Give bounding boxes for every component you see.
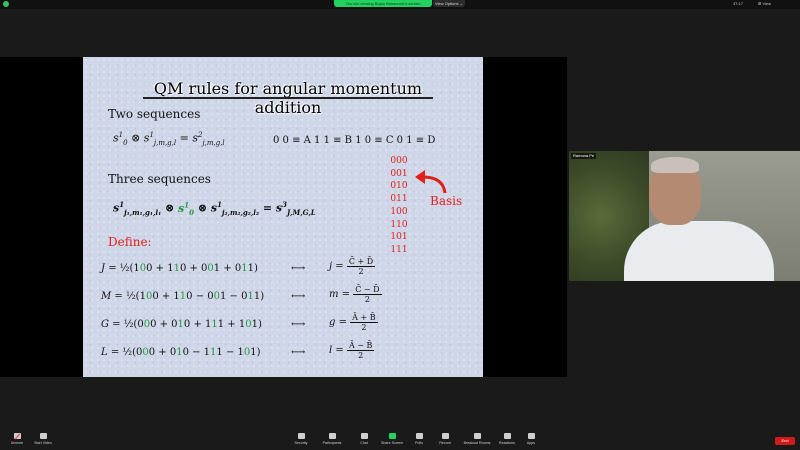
polls-icon [415, 433, 423, 439]
video-camera-icon [39, 433, 47, 439]
basis-label: Basis [430, 194, 463, 208]
state-mapping: 0 0 ≡ A 1 1 ≡ B 1 0 ≡ C 0 1 ≡ D [273, 135, 436, 146]
three-sequence-equation: s1j₁,m₁,g₁,l₁ ⊗ s10 ⊗ s1j₂,m₂,g₂,l₂ = s3… [113, 200, 316, 217]
record-icon [441, 433, 449, 439]
record-button[interactable]: Record [428, 433, 462, 449]
apps-icon [527, 433, 535, 439]
definition-row-g: G = ½(000 + 010 + 111 + 101) ⟷ g = Ā + B… [101, 313, 378, 332]
breakout-rooms-button[interactable]: Breakout Rooms [460, 433, 494, 449]
participant-figure [624, 221, 774, 281]
microphone-muted-icon [13, 433, 21, 440]
basis-state: 100 [390, 206, 408, 217]
participant-figure [651, 157, 699, 173]
title-underline [143, 97, 433, 99]
start-video-button[interactable]: Start Video [26, 433, 60, 449]
basis-state: 010 [390, 181, 408, 192]
presentation-slide: QM rules for angular momentum addition T… [83, 57, 483, 377]
view-button[interactable]: ⊞ View [758, 1, 771, 6]
meeting-top-bar: You are viewing Bojan Bosanovic's screen… [0, 0, 800, 9]
view-options-button[interactable]: View Options ⌄ [433, 0, 465, 7]
breakout-rooms-icon [473, 433, 481, 439]
definition-row-m: M = ½(100 + 110 − 001 − 011) ⟷ m = C̄ − … [101, 285, 382, 304]
participant-video-tile[interactable]: Ramona Pe [569, 151, 800, 281]
basis-state: 101 [390, 232, 408, 243]
definition-row-l: L = ½(000 + 010 − 111 − 101) ⟷ l = Ā − B… [101, 341, 375, 360]
shield-icon [297, 433, 305, 439]
screen-share-notice: You are viewing Bojan Bosanovic's screen [334, 0, 432, 7]
basis-state-list: 000 001 010 011 100 110 101 111 [388, 155, 410, 257]
end-meeting-button[interactable]: End [775, 437, 795, 445]
basis-state: 111 [390, 244, 408, 255]
basis-state: 110 [390, 219, 408, 230]
participant-name-label: Ramona Pe [571, 153, 597, 159]
security-button[interactable]: Security [284, 433, 318, 449]
participants-button[interactable]: Participants [315, 433, 349, 449]
share-screen-icon [388, 433, 396, 439]
three-sequences-label: Three sequences [108, 172, 211, 186]
basis-state: 000 [390, 156, 408, 166]
curved-arrow-icon [415, 170, 447, 194]
basis-state: 001 [390, 168, 408, 179]
shield-icon[interactable] [3, 1, 9, 7]
participants-icon [328, 433, 336, 439]
define-label: Define: [108, 235, 152, 249]
apps-button[interactable]: Apps [514, 433, 548, 449]
chat-bubble-icon [360, 433, 368, 439]
shared-screen: QM rules for angular momentum addition T… [0, 57, 567, 377]
definition-row-j: J = ½(100 + 110 + 001 + 011) ⟷ j = C̄ + … [101, 257, 376, 276]
basis-state: 011 [390, 194, 408, 205]
meeting-timer: 37:17 [733, 1, 744, 6]
two-sequences-label: Two sequences [108, 107, 201, 121]
two-sequence-equation: s10 ⊗ s1j,m,g,l = s2j,m,g,l [113, 131, 225, 147]
smiley-icon [503, 433, 511, 439]
meeting-toolbar: Unmute Start Video Security Participants… [0, 430, 800, 450]
